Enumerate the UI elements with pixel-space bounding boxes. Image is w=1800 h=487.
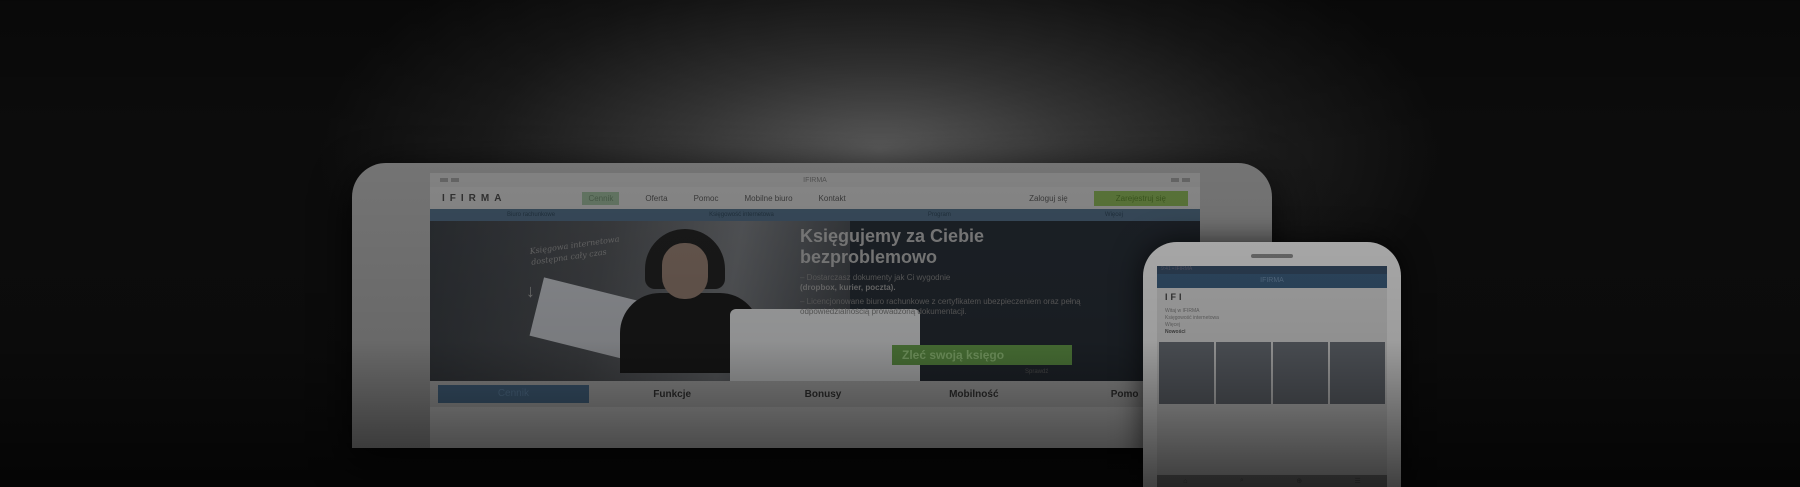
nav-item-cennik[interactable]: Cennik xyxy=(582,191,620,205)
tablet-status-bar: IFIRMA xyxy=(430,173,1200,187)
hero-section: Księgowa internetowa dostępna cały czas … xyxy=(430,221,1200,381)
phone-heading: Witaj w IFIRMA xyxy=(1165,308,1200,314)
thumbnail[interactable] xyxy=(1330,342,1385,404)
thumbnail[interactable] xyxy=(1159,342,1214,404)
cta-sub-link[interactable]: Sprawdź xyxy=(1025,369,1048,375)
hero-title-line1: Księgujemy za Ciebie xyxy=(800,226,985,246)
search-icon[interactable]: ⌕ xyxy=(1240,477,1244,485)
signal-icon xyxy=(440,178,459,182)
hero-feature-list: – Dostarczasz dokumenty jak Ci wygodnie(… xyxy=(800,273,1100,317)
battery-icon xyxy=(1170,178,1190,182)
subnav-item[interactable]: Księgowość internetowa xyxy=(709,212,774,218)
site-header: IFIRMA Cennik Oferta Pomoc Mobilne biuro… xyxy=(430,187,1200,209)
status-title: IFIRMA xyxy=(803,176,827,184)
register-button[interactable]: Zarejestruj się xyxy=(1093,190,1188,206)
phone-bold-label: Nowości xyxy=(1165,329,1186,335)
list-item: – Dostarczasz dokumenty jak Ci wygodnie(… xyxy=(800,273,951,292)
list-item: – Licencjonowane biuro rachunkowe z cert… xyxy=(800,297,1081,316)
tab-bonusy[interactable]: Bonusy xyxy=(748,389,899,400)
thumbnail[interactable] xyxy=(1216,342,1271,404)
phone-line[interactable]: Więcej xyxy=(1165,322,1379,329)
thumbnail[interactable] xyxy=(1273,342,1328,404)
subnav-item[interactable]: Program xyxy=(928,212,951,218)
home-icon[interactable]: ⌂ xyxy=(1183,478,1187,485)
phone-device: 9:41 • IFIRMA IFIRMA IFI Witaj w IFIRMA … xyxy=(1143,242,1401,487)
tablet-device: IFIRMA IFIRMA Cennik Oferta Pomoc Mobiln… xyxy=(352,163,1272,448)
subnav-item[interactable]: Biuro rachunkowe xyxy=(507,212,555,218)
cta-button[interactable]: Zleć swoją księgo xyxy=(892,345,1072,365)
speaker-icon xyxy=(1251,254,1293,258)
phone-line: Księgowość internetowa xyxy=(1165,315,1219,321)
curved-arrow-icon: ↓ xyxy=(526,281,535,301)
tablet-screen: IFIRMA IFIRMA Cennik Oferta Pomoc Mobiln… xyxy=(430,173,1200,448)
nav-item-mobilne[interactable]: Mobilne biuro xyxy=(745,194,793,203)
phone-screen: 9:41 • IFIRMA IFIRMA IFI Witaj w IFIRMA … xyxy=(1157,266,1387,487)
phone-image-grid xyxy=(1157,338,1387,408)
tab-mobilnosc[interactable]: Mobilność xyxy=(898,389,1049,400)
hero-photo: Księgowa internetowa dostępna cały czas … xyxy=(430,221,920,381)
phone-logo[interactable]: IFI xyxy=(1165,292,1185,302)
phone-tab-bar: ⌂ ⌕ ⊕ ☰ xyxy=(1157,475,1387,487)
phone-app-title: IFIRMA xyxy=(1157,274,1387,288)
phone-header: IFI xyxy=(1157,288,1387,306)
handwritten-note: Księgowa internetowa dostępna cały czas xyxy=(529,234,620,267)
phone-content: Witaj w IFIRMA Księgowość internetowa Wi… xyxy=(1157,306,1387,338)
tab-funkcje[interactable]: Funkcje xyxy=(597,389,748,400)
hero-title: Księgujemy za Ciebie bezproblemowo xyxy=(800,226,984,268)
person-face xyxy=(662,243,708,299)
menu-icon[interactable]: ☰ xyxy=(1355,477,1361,485)
site-logo[interactable]: IFIRMA xyxy=(442,193,506,204)
hero-banner: IFIRMA IFIRMA Cennik Oferta Pomoc Mobiln… xyxy=(0,0,1800,487)
feature-tabs: Cennik Funkcje Bonusy Mobilność Pomo xyxy=(430,381,1200,407)
nav-item-oferta[interactable]: Oferta xyxy=(645,194,667,203)
login-link[interactable]: Zaloguj się xyxy=(1029,194,1068,203)
nav-item-pomoc[interactable]: Pomoc xyxy=(694,194,719,203)
nav-item-kontakt[interactable]: Kontakt xyxy=(819,194,846,203)
phone-status-bar: 9:41 • IFIRMA xyxy=(1157,266,1387,274)
subnav-item[interactable]: Więcej xyxy=(1105,212,1123,218)
tab-cennik[interactable]: Cennik xyxy=(438,385,589,403)
hero-title-line2: bezproblemowo xyxy=(800,247,938,267)
sub-navigation: Biuro rachunkowe Księgowość internetowa … xyxy=(430,209,1200,221)
add-icon[interactable]: ⊕ xyxy=(1296,477,1302,485)
